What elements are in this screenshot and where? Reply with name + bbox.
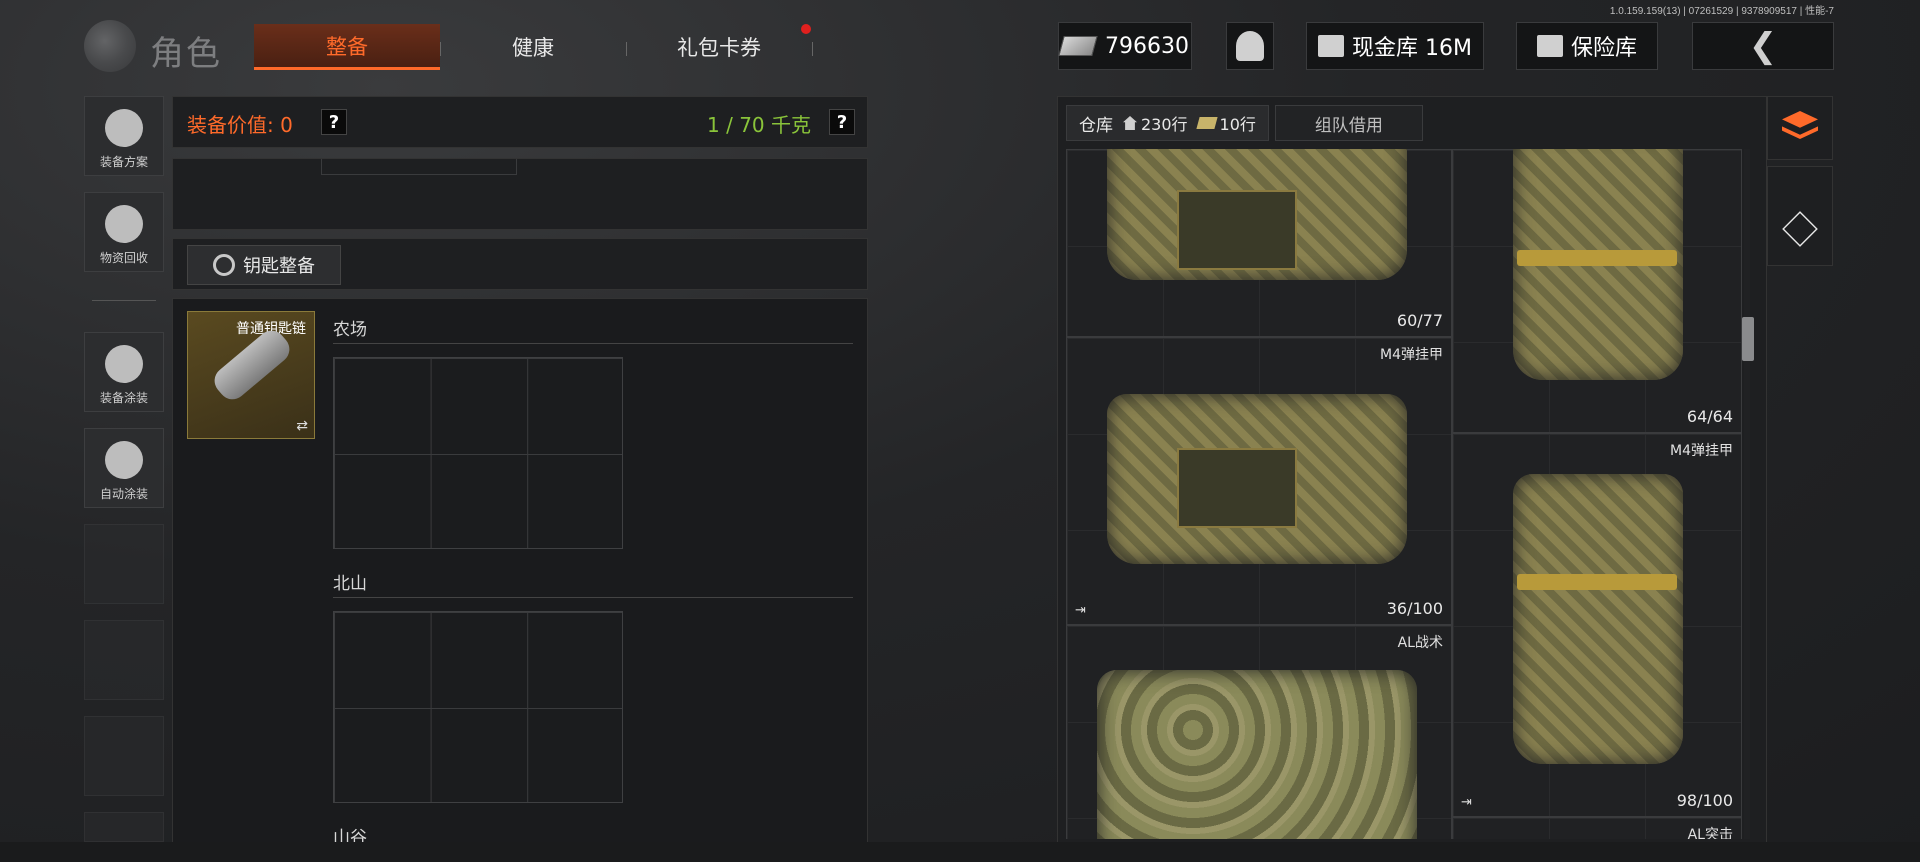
armor-vest-icon [1513, 474, 1683, 764]
operator-avatar-icon [1236, 31, 1264, 61]
loadout-slot-strip [172, 158, 868, 230]
item-name: AL战术 [1397, 635, 1443, 651]
item-name: M4弹挂甲 [1670, 443, 1733, 459]
safe-icon [1536, 35, 1563, 57]
key-grid-north-hill[interactable] [333, 611, 623, 803]
brush-gear-icon [105, 441, 143, 479]
page-title: 角色 [150, 34, 222, 74]
equipment-value: 装备价值: 0 [187, 113, 293, 137]
bottom-bar [0, 842, 1920, 862]
vest-strap [1517, 574, 1677, 590]
stack-refresh-icon [1782, 111, 1818, 139]
sidebar-empty-slot [84, 812, 164, 842]
scrollbar-thumb[interactable] [1742, 317, 1754, 361]
safe-vault-label: 保险库 [1570, 36, 1637, 61]
warehouse-item[interactable]: M4弹挂甲 ⇥ 36/100 [1066, 337, 1452, 625]
helmet-paint-icon [105, 345, 143, 383]
cash-display: 796630 [1058, 22, 1192, 70]
slot-outline [321, 159, 517, 175]
region-title-farm: 农场 [333, 320, 367, 340]
back-button[interactable]: ❮ [1692, 22, 1834, 70]
exit-icon: ⇥ [1075, 603, 1086, 618]
vest-strap [1517, 250, 1677, 266]
armor-vest-icon [1097, 670, 1417, 839]
notification-dot [801, 24, 811, 34]
warehouse-item[interactable]: 64/64 [1452, 149, 1742, 433]
vest-pouch [1177, 448, 1297, 528]
item-durability: 36/100 [1386, 599, 1443, 618]
vault-chart-icon [1318, 35, 1344, 57]
tab-team-borrow[interactable]: 组队借用 [1274, 105, 1423, 141]
value-help-button[interactable]: ? [321, 109, 347, 135]
weight-capacity: 1 / 70 千克 [707, 113, 811, 137]
sidebar-item-label: 自动涂装 [99, 487, 148, 501]
cash-vault-label: 现金库 16M [1352, 36, 1472, 61]
key-loadout-label: 钥匙整备 [243, 256, 315, 277]
cash-vault-button[interactable]: 现金库 16M [1306, 22, 1484, 70]
key-loadout-button[interactable]: 钥匙整备 [187, 245, 341, 285]
layers-download-icon [1782, 211, 1818, 247]
warehouse-tab-label: 仓库 [1079, 115, 1113, 136]
warehouse-scrollbar[interactable] [1742, 149, 1754, 839]
warehouse-item[interactable]: M4弹挂甲 ⇥ 98/100 [1452, 433, 1742, 817]
house-icon [1123, 116, 1137, 130]
top-bar: 角色 整备 健康 礼包卡券 796630 现金库 16M 保险库 ❮ [0, 20, 1920, 76]
quick-store-button[interactable] [1767, 166, 1833, 266]
sidebar-item-label: 装备方案 [99, 155, 148, 169]
sidebar-empty-slot [84, 620, 164, 700]
cash-rows: 10行 [1219, 115, 1256, 134]
tab-warehouse[interactable]: 仓库 230行 10行 [1066, 105, 1269, 141]
key-loadout-bar: 钥匙整备 [172, 238, 868, 290]
warehouse-tabs: 仓库 230行 10行 组队借用 [1066, 105, 1423, 141]
wrench-icon [213, 254, 235, 276]
loadout-header: 装备价值: 0 ? 1 / 70 千克 ? [172, 96, 868, 148]
warehouse-item[interactable]: AL战术 [1066, 625, 1452, 839]
vest-pouch [1177, 190, 1297, 270]
sidebar-item-label: 装备涂装 [99, 391, 148, 405]
sidebar-item-auto-paint[interactable]: 自动涂装 [84, 428, 164, 508]
version-text: 1.0.159.159(13) | 07261529 | 9378909517 … [1609, 6, 1834, 17]
recycle-icon [105, 205, 143, 243]
safe-vault-button[interactable]: 保险库 [1516, 22, 1658, 70]
key-area: 普通钥匙链 ⇄ 农场 北山 山谷 [172, 298, 868, 843]
item-durability: 98/100 [1676, 791, 1733, 810]
sidebar-item-loadout-plans[interactable]: 装备方案 [84, 96, 164, 176]
tab-health[interactable]: 健康 [440, 24, 626, 70]
sidebar-divider [92, 300, 156, 301]
helmet-grid-icon [105, 109, 143, 147]
sort-button[interactable] [1767, 96, 1833, 160]
back-arrow-icon: ❮ [1748, 26, 1778, 66]
item-durability: 60/77 [1396, 311, 1443, 330]
cash-icon [1195, 117, 1218, 129]
key-grid-farm[interactable] [333, 357, 623, 549]
item-name: AL突击 [1687, 827, 1733, 839]
swap-icon[interactable]: ⇄ [296, 418, 308, 434]
sidebar-item-label: 物资回收 [99, 251, 148, 265]
weight-help-button[interactable]: ? [829, 109, 855, 135]
item-name: M4弹挂甲 [1380, 347, 1443, 363]
region-title-north-hill: 北山 [333, 574, 367, 594]
warehouse-rows: 230行 [1141, 115, 1188, 134]
region-divider [333, 343, 853, 344]
sidebar-empty-slot [84, 524, 164, 604]
avatar-button[interactable] [1226, 22, 1274, 70]
region-divider [333, 597, 853, 598]
sidebar-empty-slot [84, 716, 164, 796]
cash-stack-icon [1058, 36, 1098, 56]
warehouse-item[interactable]: AL突击 [1452, 817, 1742, 839]
warehouse-grid: 60/77 64/64 M4弹挂甲 ⇥ 36/100 M4弹挂甲 ⇥ 98/10… [1066, 149, 1746, 839]
warehouse-item[interactable]: 60/77 [1066, 149, 1452, 337]
cash-amount: 796630 [1105, 33, 1189, 59]
globe-logo-icon [84, 20, 136, 72]
warehouse-panel: 仓库 230行 10行 组队借用 60/77 64/64 M4弹挂甲 ⇥ 36/… [1057, 96, 1767, 844]
exit-icon: ⇥ [1461, 795, 1472, 810]
tab-loadout[interactable]: 整备 [254, 24, 440, 70]
sidebar-item-skins[interactable]: 装备涂装 [84, 332, 164, 412]
keychain-slot[interactable]: 普通钥匙链 ⇄ [187, 311, 315, 439]
sidebar-item-recycle[interactable]: 物资回收 [84, 192, 164, 272]
tab-divider [812, 42, 813, 56]
tab-gift-coupons[interactable]: 礼包卡券 [626, 24, 812, 70]
item-durability: 64/64 [1686, 407, 1733, 426]
region-title-valley: 山谷 [333, 828, 367, 843]
